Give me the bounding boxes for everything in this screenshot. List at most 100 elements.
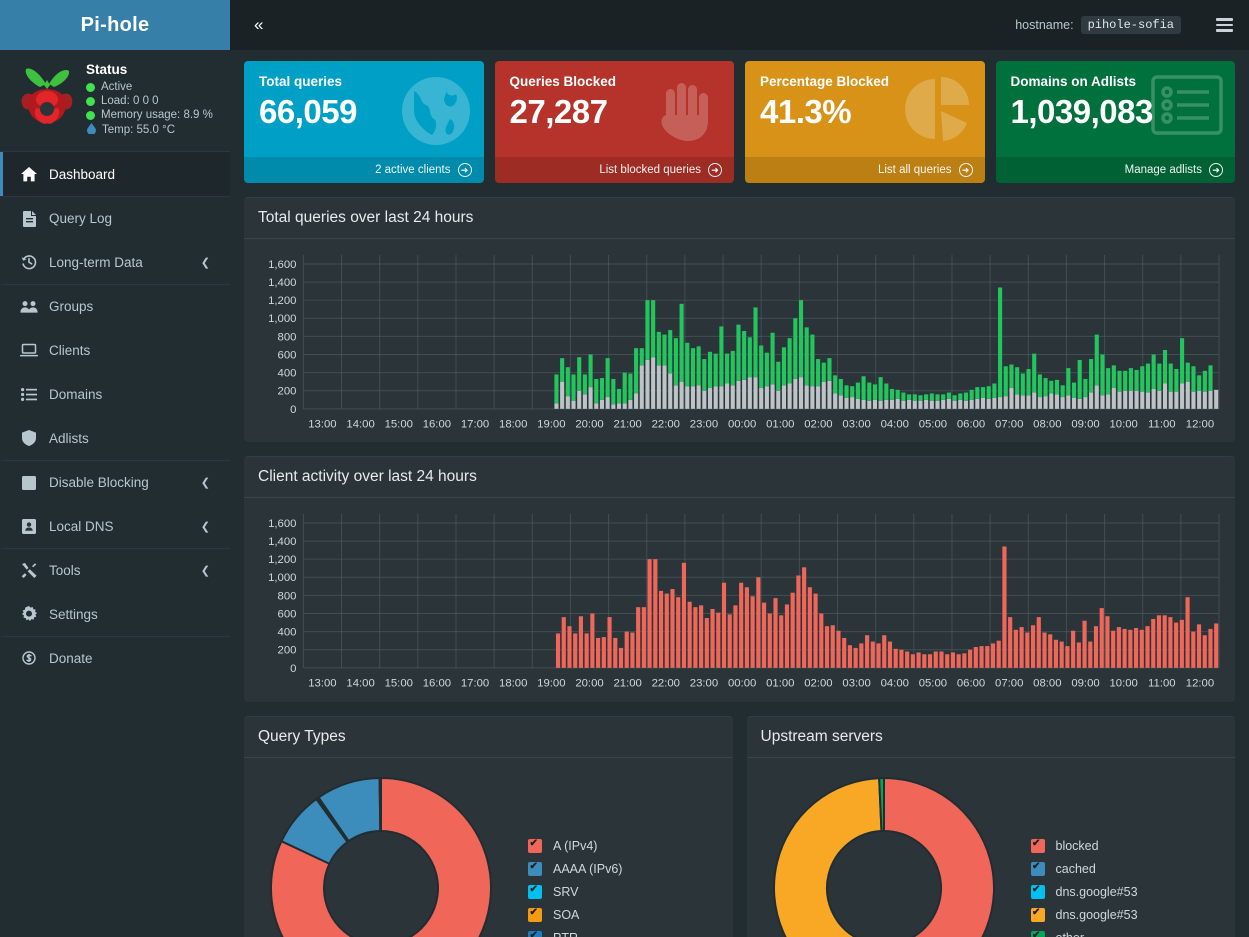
laptop-icon — [19, 343, 39, 357]
sidebar-item-label: Groups — [49, 299, 94, 314]
stat-card-queries-blocked[interactable]: Queries Blocked 27,287 List blocked quer… — [494, 61, 734, 183]
stat-card-footer-link[interactable]: Manage adlists ➜ — [995, 157, 1235, 183]
sidebar-item-label: Local DNS — [49, 518, 114, 534]
sidebar-item-label: Query Log — [49, 211, 113, 226]
raspberry-logo-icon — [8, 60, 86, 139]
svg-text:23:00: 23:00 — [690, 419, 718, 431]
svg-text:400: 400 — [278, 368, 297, 380]
upstream-legend-item[interactable]: dns.google#53 — [1030, 904, 1224, 927]
legend-label: cached — [1055, 862, 1096, 877]
address-icon — [19, 518, 39, 534]
legend-checkbox[interactable] — [528, 907, 542, 923]
sidebar-item-label: Tools — [49, 563, 81, 578]
svg-text:17:00: 17:00 — [461, 678, 489, 690]
sidebar-item-adlists[interactable]: Adlists — [0, 416, 230, 460]
legend-checkbox[interactable] — [1030, 838, 1045, 854]
panel-title: Query Types — [258, 727, 346, 745]
svg-text:1,200: 1,200 — [268, 555, 296, 567]
svg-text:00:00: 00:00 — [728, 419, 756, 431]
upstream-legend-item[interactable]: other — [1030, 927, 1224, 937]
stat-card-footer-link[interactable]: List blocked queries ➜ — [494, 157, 734, 183]
svg-text:08:00: 08:00 — [1033, 678, 1061, 690]
legend-checkbox[interactable] — [528, 884, 542, 900]
sidebar-item-local-dns[interactable]: Local DNS ❮ — [0, 504, 230, 548]
panel-upstream-servers: Upstream servers blocked cached dns.google… — [746, 715, 1235, 937]
svg-text:800: 800 — [278, 331, 297, 343]
upstream-legend-item[interactable]: cached — [1030, 858, 1224, 881]
svg-text:22:00: 22:00 — [652, 419, 680, 431]
brand-logo[interactable]: Pi-hole — [0, 0, 230, 50]
sidebar: Pi-hole Status Active Load: 0 0 0 Memory… — [0, 0, 230, 937]
shield-icon — [19, 430, 39, 446]
sidebar-item-label: Dashboard — [49, 166, 116, 182]
svg-text:22:00: 22:00 — [652, 678, 680, 690]
legend-checkbox[interactable] — [1030, 861, 1045, 877]
query-types-legend-item[interactable]: PTR — [528, 927, 721, 937]
legend-label: A (IPv4) — [553, 839, 598, 854]
svg-text:21:00: 21:00 — [613, 419, 641, 431]
legend-checkbox[interactable] — [528, 930, 542, 937]
upstream-donut[interactable] — [759, 772, 1009, 937]
hostname-display: hostname: pihole-sofia — [1015, 16, 1181, 34]
pause-icon — [19, 475, 39, 490]
query-types-legend-item[interactable]: SOA — [528, 904, 721, 927]
query-types-legend-item[interactable]: SRV — [528, 881, 721, 904]
legend-label: SRV — [553, 885, 579, 900]
panel-header: Client activity over last 24 hours — [244, 457, 1235, 499]
sidebar-collapse-button[interactable]: « — [244, 11, 273, 39]
legend-checkbox[interactable] — [1030, 930, 1045, 937]
stat-card-footer-link[interactable]: 2 active clients ➜ — [244, 157, 484, 183]
sidebar-item-disable-blocking[interactable]: Disable Blocking ❮ — [0, 460, 230, 504]
sidebar-item-donate[interactable]: Donate — [0, 636, 230, 680]
hostname-value: pihole-sofia — [1080, 16, 1181, 34]
legend-checkbox[interactable] — [528, 838, 542, 854]
client-activity-chart[interactable]: 0 200 400 600 800 1,000 1,200 1,400 1,600 13:00 14… — [256, 508, 1223, 695]
upstream-legend-item[interactable]: blocked — [1030, 835, 1224, 858]
svg-text:11:00: 11:00 — [1148, 678, 1176, 690]
stat-card-total-queries[interactable]: Total queries 66,059 2 active clients ➜ — [244, 61, 484, 183]
sidebar-item-query-log[interactable]: Query Log — [0, 196, 230, 240]
list-icon — [19, 387, 39, 401]
legend-checkbox[interactable] — [528, 861, 542, 877]
arrow-right-icon: ➜ — [958, 163, 973, 177]
sidebar-item-domains[interactable]: Domains — [0, 372, 230, 416]
pihole-admin-page: Pi-hole Status Active Load: 0 0 0 Memory… — [0, 0, 1249, 937]
svg-text:21:00: 21:00 — [613, 678, 641, 690]
stat-card-footer-link[interactable]: List all queries ➜ — [745, 157, 985, 183]
svg-text:16:00: 16:00 — [423, 419, 451, 431]
arrow-right-icon: ➜ — [708, 163, 722, 177]
chevron-left-icon: ❮ — [200, 520, 210, 533]
query-types-donut[interactable] — [256, 772, 506, 937]
status-row-memory: Memory usage: 8.9 % — [86, 109, 222, 121]
sidebar-item-dashboard[interactable]: Dashboard — [0, 152, 230, 196]
svg-text:17:00: 17:00 — [461, 419, 489, 431]
stat-card-value: 41.3% — [760, 93, 852, 130]
svg-text:03:00: 03:00 — [842, 678, 870, 690]
sidebar-item-long-term-data[interactable]: Long-term Data ❮ — [0, 240, 230, 284]
legend-checkbox[interactable] — [1030, 884, 1045, 900]
sidebar-item-settings[interactable]: Settings — [0, 592, 230, 636]
stat-card-title: Total queries — [259, 74, 343, 89]
hamburger-menu-button[interactable] — [1199, 0, 1249, 50]
query-types-legend-item[interactable]: A (IPv4) — [528, 835, 721, 858]
svg-text:00:00: 00:00 — [728, 678, 756, 690]
sidebar-item-groups[interactable]: Groups — [0, 284, 230, 328]
sidebar-item-clients[interactable]: Clients — [0, 328, 230, 372]
file-icon — [19, 210, 39, 227]
sidebar-item-tools[interactable]: Tools ❮ — [0, 548, 230, 592]
total-queries-chart[interactable]: 0 200 400 600 800 1,000 1,200 1,400 1,600 13:00 14… — [256, 249, 1223, 436]
upstream-legend: blocked cached dns.google#53 dns.google#53 o… — [1009, 772, 1224, 937]
upstream-legend-item[interactable]: dns.google#53 — [1030, 881, 1224, 904]
legend-checkbox[interactable] — [1030, 907, 1045, 923]
legend-label: other — [1056, 931, 1085, 937]
svg-text:07:00: 07:00 — [995, 419, 1023, 431]
query-types-legend-item[interactable]: AAAA (IPv6) — [528, 858, 721, 881]
stat-card-domains-on-adlists[interactable]: Domains on Adlists 1,039,083 Manage adli… — [995, 61, 1235, 183]
arrow-right-icon: ➜ — [457, 163, 472, 177]
gear-icon — [19, 606, 39, 622]
svg-text:20:00: 20:00 — [575, 678, 603, 690]
stat-card-percentage-blocked[interactable]: Percentage Blocked 41.3% List all querie… — [745, 61, 985, 183]
svg-text:15:00: 15:00 — [385, 678, 413, 690]
svg-text:10:00: 10:00 — [1109, 678, 1137, 690]
svg-text:08:00: 08:00 — [1033, 419, 1061, 431]
